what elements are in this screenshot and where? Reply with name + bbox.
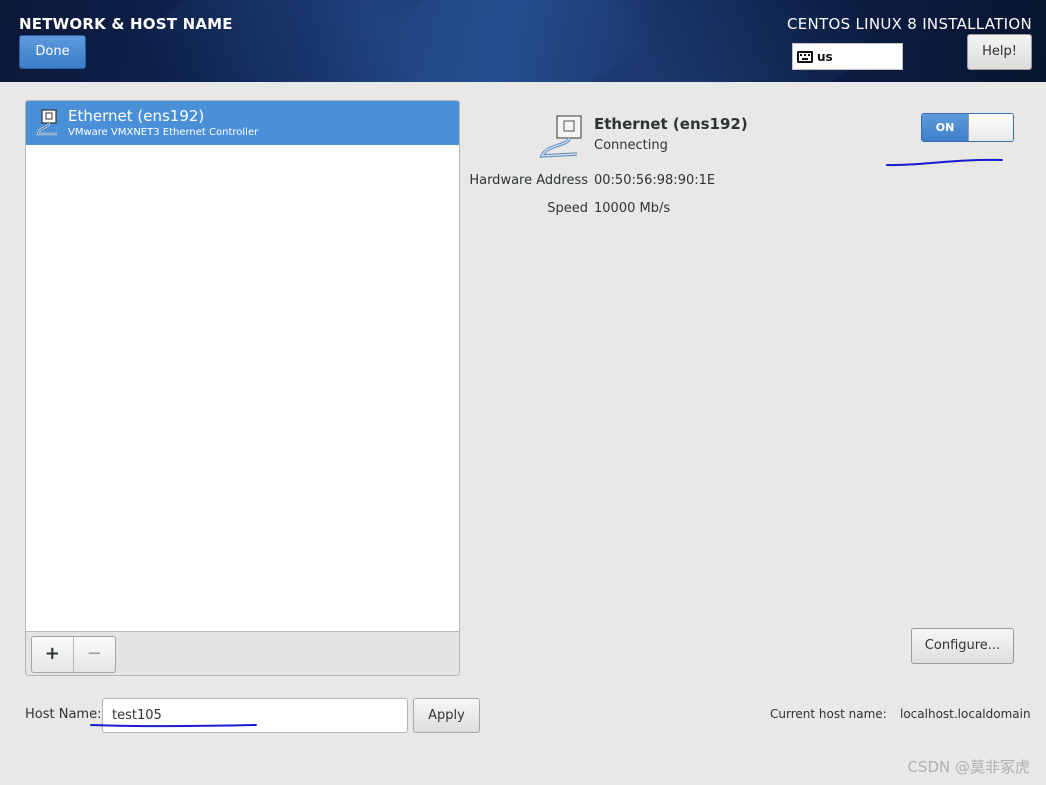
device-name: Ethernet (ens192) (68, 107, 205, 125)
speed-label: Speed (547, 201, 588, 216)
device-detail-name: Ethernet (ens192) (594, 115, 748, 133)
current-host-name-label: Current host name: (770, 707, 887, 721)
apply-button[interactable]: Apply (413, 698, 480, 733)
device-list-panel: Ethernet (ens192) VMware VMXNET3 Etherne… (25, 100, 460, 676)
speed-value: 10000 Mb/s (594, 201, 671, 216)
remove-device-button[interactable]: − (74, 637, 116, 672)
switch-knob[interactable] (968, 114, 1013, 141)
keyboard-layout-label: us (817, 49, 833, 64)
watermark: CSDN @莫非冢虎 (907, 758, 1030, 776)
header-bar: NETWORK & HOST NAME Done CENTOS LINUX 8 … (0, 0, 1046, 82)
add-device-button[interactable]: + (32, 637, 74, 672)
host-name-input[interactable] (102, 698, 408, 733)
device-list-toolbar: + − (31, 636, 116, 673)
help-button[interactable]: Help! (967, 34, 1032, 70)
done-button[interactable]: Done (19, 35, 86, 69)
ethernet-cable-icon (36, 109, 57, 136)
ethernet-cable-icon (539, 115, 582, 158)
keyboard-layout-indicator[interactable]: us (792, 43, 903, 70)
switch-on-label: ON (922, 114, 968, 141)
device-description: VMware VMXNET3 Ethernet Controller (68, 127, 259, 138)
current-host-name-value: localhost.localdomain (900, 707, 1031, 721)
spoke-title: NETWORK & HOST NAME (19, 15, 233, 33)
hardware-address-label: Hardware Address (469, 173, 588, 188)
product-title: CENTOS LINUX 8 INSTALLATION (786, 15, 1032, 33)
device-status: Connecting (594, 138, 668, 153)
configure-button[interactable]: Configure... (911, 628, 1014, 664)
device-list-item[interactable]: Ethernet (ens192) VMware VMXNET3 Etherne… (26, 101, 459, 145)
annotation-underline (886, 158, 1003, 167)
device-on-off-switch[interactable]: ON (921, 113, 1014, 142)
device-list: Ethernet (ens192) VMware VMXNET3 Etherne… (26, 101, 459, 632)
keyboard-icon (797, 50, 813, 63)
hardware-address-value: 00:50:56:98:90:1E (594, 173, 716, 188)
host-name-label: Host Name: (25, 707, 102, 722)
